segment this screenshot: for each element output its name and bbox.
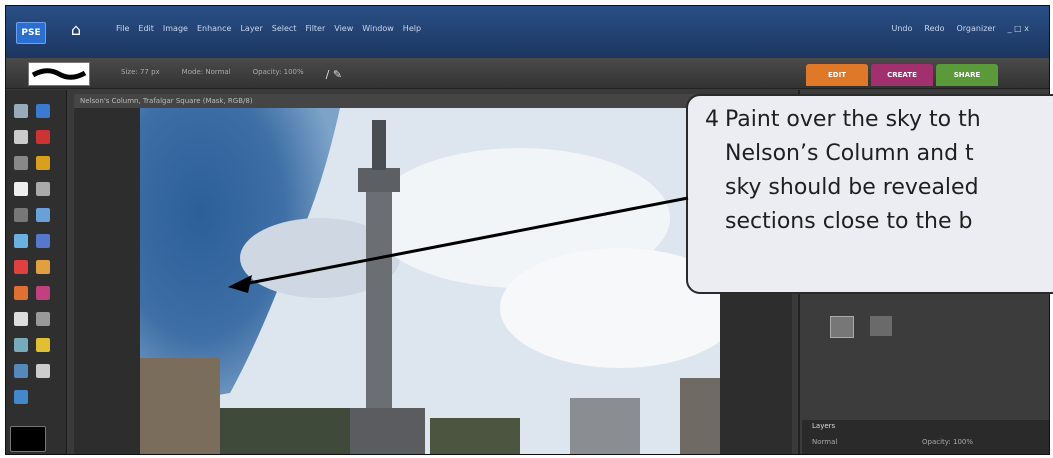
arrow-head-icon xyxy=(228,275,252,293)
pointer-arrow xyxy=(228,196,689,293)
arrow-line xyxy=(243,196,689,286)
